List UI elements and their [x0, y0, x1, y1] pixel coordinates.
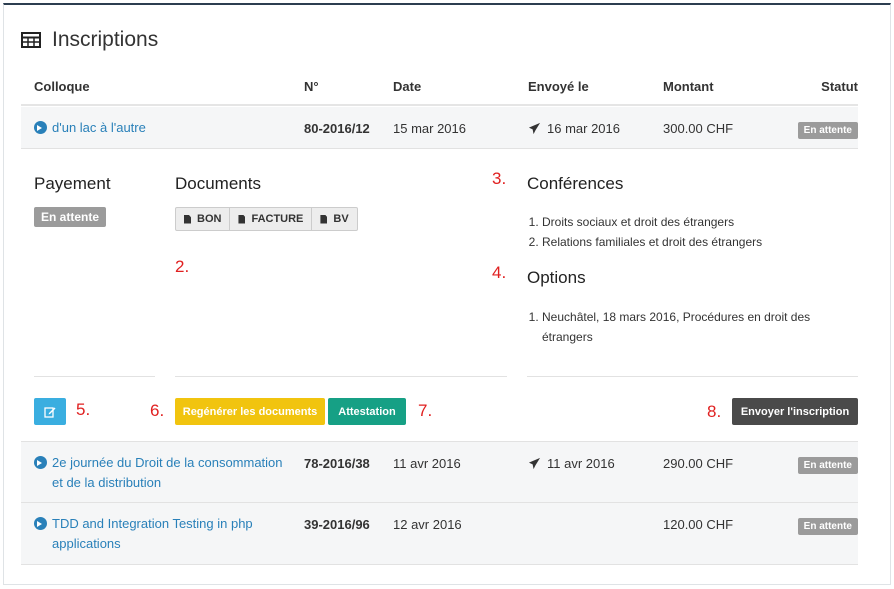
- regenerate-documents-button[interactable]: Regénérer les documents: [175, 398, 325, 425]
- column-header-statut[interactable]: Statut: [821, 79, 858, 94]
- divider: [34, 376, 155, 377]
- file-icon: [320, 214, 328, 224]
- documents-title: Documents: [175, 174, 261, 193]
- list-item: Droits sociaux et droit des étrangers: [542, 212, 762, 232]
- table-row[interactable]: 2e journée du Droit de la consommation e…: [21, 441, 858, 503]
- paper-plane-icon: [528, 457, 541, 470]
- table-header: Colloque N° Date Envoyé le Montant Statu…: [21, 66, 858, 106]
- options-title: Options: [527, 268, 586, 287]
- divider: [175, 376, 507, 377]
- annotation-7: 7.: [418, 401, 433, 420]
- inscription-date: 15 mar 2016: [393, 121, 466, 136]
- edit-button[interactable]: [34, 398, 66, 425]
- column-header-colloque[interactable]: Colloque: [34, 79, 90, 94]
- conferences-title: Conférences: [527, 174, 624, 193]
- circle-arrow-right-icon: [34, 456, 47, 469]
- column-header-montant[interactable]: Montant: [663, 79, 714, 94]
- amount: 290.00 CHF: [663, 456, 734, 471]
- documents-button-group: BON FACTURE BV: [175, 207, 358, 231]
- annotation-2: 2.: [175, 257, 190, 276]
- document-facture-button[interactable]: FACTURE: [230, 208, 313, 230]
- status-badge: En attente: [797, 518, 858, 535]
- column-header-envoye[interactable]: Envoyé le: [528, 79, 589, 94]
- document-bv-button[interactable]: BV: [312, 208, 356, 230]
- annotation-5: 5.: [76, 400, 91, 419]
- status-badge: En attente: [797, 122, 858, 139]
- annotation-6: 6.: [150, 401, 165, 420]
- column-header-numero[interactable]: N°: [304, 79, 319, 94]
- edit-icon: [44, 406, 56, 418]
- inscription-number: 78-2016/38: [304, 456, 370, 471]
- page-title: Inscriptions: [21, 28, 158, 52]
- annotation-4: 4.: [492, 263, 507, 282]
- conferences-list: Droits sociaux et droit des étrangers Re…: [527, 212, 762, 252]
- circle-arrow-right-icon: [34, 517, 47, 530]
- table-icon: [21, 32, 41, 48]
- payement-title: Payement: [34, 174, 111, 193]
- list-item: Neuchâtel, 18 mars 2016, Procédures en d…: [542, 307, 847, 347]
- file-icon: [238, 214, 246, 224]
- document-bon-button[interactable]: BON: [176, 208, 231, 230]
- paper-plane-icon: [528, 122, 541, 135]
- payement-status-badge: En attente: [34, 207, 107, 227]
- list-item: Relations familiales et droit des étrang…: [542, 232, 762, 252]
- colloque-link[interactable]: d'un lac à l'autre: [34, 118, 146, 138]
- amount: 120.00 CHF: [663, 517, 734, 532]
- page-title-text: Inscriptions: [52, 28, 159, 51]
- attestation-button[interactable]: Attestation: [328, 398, 406, 425]
- inscription-date: 11 avr 2016: [393, 456, 461, 471]
- colloque-link[interactable]: TDD and Integration Testing in php appli…: [34, 514, 284, 554]
- table-row[interactable]: TDD and Integration Testing in php appli…: [21, 503, 858, 565]
- sent-date: 16 mar 2016: [528, 121, 620, 136]
- annotation-3: 3.: [492, 169, 507, 188]
- file-icon: [184, 214, 191, 224]
- inscription-date: 12 avr 2016: [393, 517, 462, 532]
- colloque-link[interactable]: 2e journée du Droit de la consommation e…: [34, 453, 284, 493]
- inscription-number: 39-2016/96: [304, 517, 370, 532]
- send-inscription-button[interactable]: Envoyer l'inscription: [732, 398, 858, 425]
- inscription-number: 80-2016/12: [304, 121, 370, 136]
- circle-arrow-right-icon: [34, 121, 47, 134]
- annotation-8: 8.: [707, 402, 722, 421]
- table-row[interactable]: d'un lac à l'autre 80-2016/12 15 mar 201…: [21, 107, 858, 149]
- amount: 300.00 CHF: [663, 121, 734, 136]
- divider: [527, 376, 858, 377]
- sent-date: 11 avr 2016: [528, 456, 615, 471]
- column-header-date[interactable]: Date: [393, 79, 421, 94]
- options-list: Neuchâtel, 18 mars 2016, Procédures en d…: [527, 307, 847, 347]
- status-badge: En attente: [797, 457, 858, 474]
